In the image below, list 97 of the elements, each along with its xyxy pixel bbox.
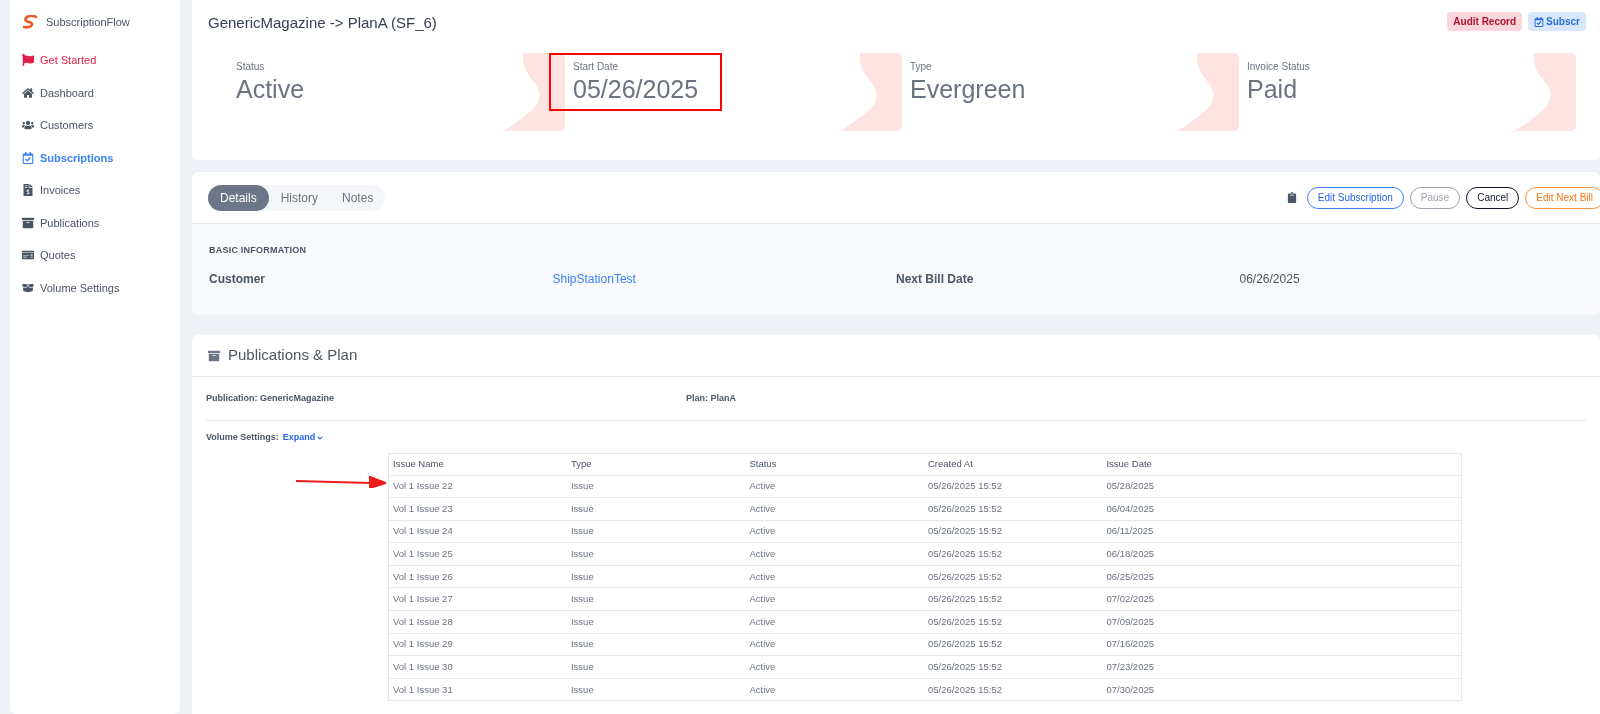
- field-label: Next Bill Date: [896, 270, 975, 288]
- calendar-check-icon: [22, 151, 34, 164]
- table-cell: Issue: [567, 565, 746, 588]
- calendar-check-icon: [1534, 16, 1545, 27]
- table-cell: 07/09/2025: [1102, 610, 1281, 634]
- card-icon: [22, 249, 34, 262]
- volume-settings-label: Volume Settings:: [206, 431, 279, 444]
- table-cell: Issue: [567, 678, 746, 701]
- tab[interactable]: History: [268, 184, 331, 211]
- table-cell: Issue: [567, 497, 746, 521]
- sidebar-item[interactable]: Quotes: [22, 239, 168, 272]
- archive-box-icon: [22, 216, 34, 229]
- table-cell: Issue: [567, 587, 746, 611]
- table-cell: Active: [745, 633, 924, 656]
- page-title: GenericMagazine -> PlanA (SF_6): [208, 13, 437, 33]
- table-cell: 05/26/2025 15:52: [923, 565, 1103, 588]
- table-cell: 05/26/2025 15:52: [923, 520, 1103, 543]
- table-cell: 05/26/2025 15:52: [923, 542, 1103, 566]
- table-cell: 05/26/2025 15:52: [923, 587, 1103, 611]
- archive-box-icon: [208, 349, 220, 362]
- flag-icon: [22, 54, 34, 67]
- invoice-icon: [22, 184, 34, 197]
- tab[interactable]: Details: [208, 184, 269, 211]
- table-cell: 06/25/2025: [1102, 565, 1281, 588]
- table-cell: 05/26/2025 15:52: [923, 497, 1103, 521]
- table-cell: Vol 1 Issue 30: [388, 655, 567, 679]
- table-cell: Issue: [567, 610, 746, 634]
- table-cell: Vol 1 Issue 29: [388, 633, 567, 656]
- box-icon: [22, 281, 34, 294]
- table-cell: Vol 1 Issue 22: [388, 475, 567, 498]
- table-cell: 05/26/2025 15:52: [923, 655, 1103, 679]
- customer-link[interactable]: ShipStationTest: [552, 269, 896, 288]
- table-cell: 06/18/2025: [1102, 542, 1281, 566]
- table-cell: 05/26/2025 15:52: [923, 610, 1103, 634]
- chevron-down-icon: [317, 434, 324, 441]
- table-cell: Vol 1 Issue 31: [388, 678, 567, 701]
- table-cell: 05/26/2025 15:52: [923, 678, 1103, 701]
- table-cell: Active: [745, 587, 924, 611]
- table-cell: Active: [745, 520, 924, 543]
- table-cell: 07/30/2025: [1102, 678, 1281, 701]
- home-icon: [22, 86, 34, 99]
- sidebar-item[interactable]: Invoices: [22, 174, 168, 207]
- table-cell: Vol 1 Issue 24: [388, 520, 567, 543]
- table-cell: 05/26/2025 15:52: [923, 475, 1103, 498]
- table-cell: Vol 1 Issue 28: [388, 610, 567, 634]
- sidebar-item[interactable]: Publications: [22, 206, 168, 239]
- column-header: Issue Name: [388, 453, 567, 475]
- table-cell: 07/02/2025: [1102, 587, 1281, 611]
- sidebar-item[interactable]: Subscriptions: [22, 141, 168, 174]
- column-header: Type: [567, 453, 746, 475]
- table-cell: Active: [745, 610, 924, 634]
- publication-label: Publication: GenericMagazine: [206, 391, 336, 405]
- table-cell: Issue: [567, 475, 746, 498]
- table-cell: Active: [745, 475, 924, 498]
- section-heading: BASIC INFORMATION: [209, 244, 308, 257]
- table-cell: Active: [745, 497, 924, 521]
- table-cell: Issue: [567, 520, 746, 543]
- clipboard-icon[interactable]: [1286, 192, 1297, 203]
- column-header: Status: [745, 453, 924, 475]
- table-cell: 07/23/2025: [1102, 655, 1281, 679]
- table-cell: Vol 1 Issue 26: [388, 565, 567, 588]
- stat: Start Date 05/26/2025: [549, 52, 723, 111]
- table-cell: 07/16/2025: [1102, 633, 1281, 656]
- sidebar-item[interactable]: Dashboard: [22, 76, 168, 109]
- table-cell: Vol 1 Issue 25: [388, 542, 567, 566]
- field-label: Customer: [209, 270, 266, 288]
- logo-icon: [22, 15, 38, 29]
- card-title: Publications & Plan: [228, 345, 358, 366]
- stat: Type Evergreen: [909, 59, 1027, 105]
- column-header: Created At: [923, 453, 1103, 475]
- stat: Status Active: [235, 59, 306, 105]
- table-cell: Active: [745, 655, 924, 679]
- table-cell: Issue: [567, 633, 746, 656]
- tab[interactable]: Notes: [330, 184, 386, 211]
- sidebar-item[interactable]: Customers: [22, 109, 168, 142]
- brand-name: SubscriptionFlow: [46, 14, 130, 30]
- table-cell: 06/11/2025: [1102, 520, 1281, 543]
- table-cell: Vol 1 Issue 27: [388, 587, 567, 611]
- sidebar-item[interactable]: Get Started: [22, 44, 168, 77]
- sidebar-item[interactable]: Volume Settings: [22, 271, 168, 304]
- table-cell: 05/26/2025 15:52: [923, 633, 1103, 656]
- table-cell: Active: [745, 565, 924, 588]
- table-cell: Issue: [567, 542, 746, 566]
- table-cell: Active: [745, 542, 924, 566]
- table-cell: 05/28/2025: [1102, 475, 1281, 498]
- stat: Invoice Status Paid: [1246, 59, 1311, 105]
- header-badge[interactable]: Subscr: [1528, 12, 1586, 31]
- table-cell: Issue: [567, 655, 746, 679]
- header-badge[interactable]: Audit Record: [1447, 12, 1523, 31]
- plan-label: Plan: PlanA: [686, 391, 737, 405]
- table-cell: Vol 1 Issue 23: [388, 497, 567, 521]
- field-value: 06/26/2025: [1239, 270, 1301, 288]
- column-header: Issue Date: [1102, 453, 1281, 475]
- table-cell: Active: [745, 678, 924, 701]
- users-icon: [22, 119, 34, 132]
- table-cell: 06/04/2025: [1102, 497, 1281, 521]
- expand-link[interactable]: Expand: [282, 431, 324, 445]
